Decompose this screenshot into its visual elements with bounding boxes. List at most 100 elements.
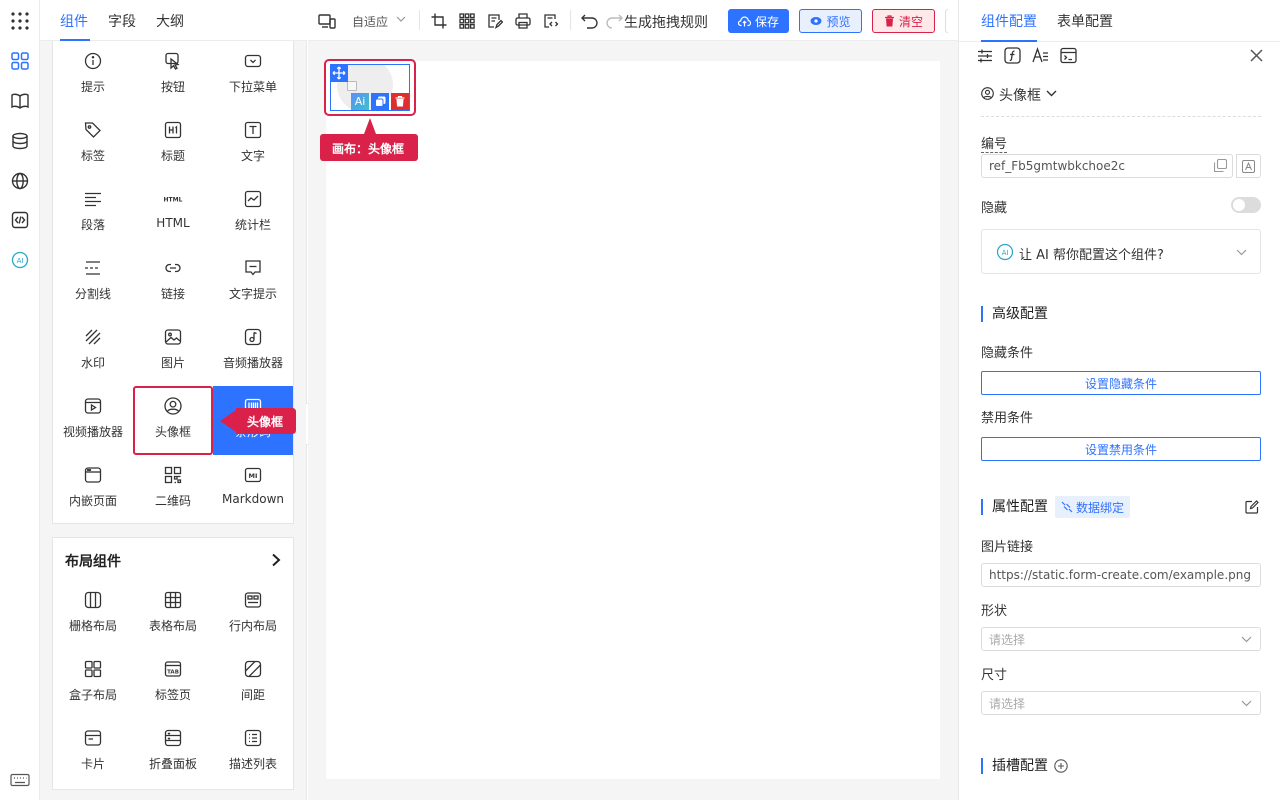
- component-avatar[interactable]: 头像框: [133, 386, 213, 455]
- crop-icon[interactable]: [430, 12, 448, 30]
- ai-assist-panel[interactable]: AI 让 AI 帮你配置这个组件?: [981, 229, 1261, 274]
- copy-icon[interactable]: [371, 93, 389, 110]
- save-button[interactable]: 保存: [728, 9, 789, 33]
- component-paragraph[interactable]: 段落: [53, 179, 133, 248]
- canvas-tooltip-label: 画布：头像框: [332, 142, 405, 156]
- text-toggle-icon[interactable]: [1236, 154, 1261, 178]
- selected-avatar-component[interactable]: Ai: [324, 59, 416, 116]
- component-tooltip[interactable]: 文字提示: [213, 248, 293, 317]
- book-icon[interactable]: [8, 89, 32, 113]
- ai-action-icon[interactable]: Ai: [351, 93, 369, 110]
- components-icon[interactable]: [8, 49, 32, 73]
- layout-card[interactable]: 卡片: [53, 718, 133, 787]
- shape-select[interactable]: 请选择: [981, 627, 1261, 651]
- advanced-config-title: 高级配置: [981, 306, 1048, 322]
- drag-handle-icon[interactable]: [330, 64, 348, 82]
- component-link[interactable]: 链接: [133, 248, 213, 317]
- tab-outline[interactable]: 大纲: [156, 11, 184, 31]
- apps-grid-icon[interactable]: [8, 9, 32, 33]
- chevron-down-icon[interactable]: [1046, 90, 1057, 97]
- component-text[interactable]: 文字: [213, 110, 293, 179]
- text-style-icon[interactable]: [1032, 47, 1049, 64]
- print-icon[interactable]: [514, 12, 532, 30]
- code-icon[interactable]: [8, 208, 32, 232]
- device-select[interactable]: 自适应: [352, 13, 388, 30]
- component-info-circle[interactable]: 提示: [53, 41, 133, 110]
- generate-rules-button[interactable]: 生成拖拽规则: [624, 12, 708, 32]
- form-canvas[interactable]: [326, 61, 940, 779]
- layout-box-layout[interactable]: 盒子布局: [53, 649, 133, 718]
- id-field[interactable]: ref_Fb5gmtwbkchoe2c: [981, 154, 1233, 178]
- audio-icon: [243, 327, 263, 347]
- component-markdown[interactable]: MI Markdown: [213, 455, 293, 524]
- redo-icon[interactable]: [605, 12, 623, 30]
- add-circle-icon[interactable]: [1054, 759, 1068, 773]
- layout-collapse[interactable]: 折叠面板: [133, 718, 213, 787]
- layout-grid[interactable]: 栅格布局: [53, 580, 133, 649]
- image-link-value: https://static.form-create.com/example.p…: [989, 568, 1251, 582]
- layout-space[interactable]: 间距: [213, 649, 293, 718]
- device-icon[interactable]: [318, 12, 336, 30]
- database-icon[interactable]: [8, 129, 32, 153]
- tab-fields[interactable]: 字段: [108, 11, 136, 31]
- code-doc-icon[interactable]: [542, 12, 560, 30]
- component-type[interactable]: 头像框: [999, 85, 1041, 105]
- disable-condition-button[interactable]: 设置禁用条件: [981, 437, 1261, 461]
- layout-descriptions[interactable]: 描述列表: [213, 718, 293, 787]
- save-label: 保存: [754, 14, 779, 29]
- chevron-down-icon[interactable]: [396, 16, 406, 22]
- component-html[interactable]: HTML HTML: [133, 179, 213, 248]
- function-icon[interactable]: [1004, 47, 1021, 64]
- component-audio[interactable]: 音频播放器: [213, 317, 293, 386]
- preview-button[interactable]: 预览: [799, 9, 862, 33]
- component-label: 音频播放器: [222, 356, 283, 370]
- grid-dots-icon[interactable]: [458, 12, 476, 30]
- component-divider[interactable]: 分割线: [53, 248, 133, 317]
- copy-icon[interactable]: [1214, 159, 1227, 172]
- component-statistic[interactable]: 统计栏: [213, 179, 293, 248]
- layout-label: 卡片: [80, 757, 105, 771]
- component-dropdown[interactable]: 下拉菜单: [213, 41, 293, 110]
- size-select[interactable]: 请选择: [981, 691, 1261, 715]
- undo-icon[interactable]: [581, 12, 599, 30]
- component-tag[interactable]: 标签: [53, 110, 133, 179]
- component-image[interactable]: 图片: [133, 317, 213, 386]
- close-icon[interactable]: [1250, 49, 1263, 62]
- component-label: HTML: [156, 216, 190, 230]
- component-qrcode[interactable]: 二维码: [133, 455, 213, 524]
- component-iframe[interactable]: 内嵌页面: [53, 455, 133, 524]
- cloud-upload-icon: [737, 15, 751, 27]
- globe-icon[interactable]: [8, 169, 32, 193]
- layout-tabs[interactable]: TAB 标签页: [133, 649, 213, 718]
- layout-inline-layout[interactable]: 行内布局: [213, 580, 293, 649]
- ai-icon[interactable]: AI: [8, 248, 32, 272]
- statistic-icon: [243, 189, 263, 209]
- chevron-down-icon: [1241, 636, 1252, 643]
- event-icon[interactable]: [1060, 47, 1077, 64]
- tab-components[interactable]: 组件: [60, 11, 88, 31]
- component-label: 段落: [80, 218, 105, 232]
- edit-icon[interactable]: [1245, 500, 1259, 514]
- clear-button[interactable]: 清空: [872, 9, 935, 33]
- component-watermark[interactable]: 水印: [53, 317, 133, 386]
- layout-table-layout[interactable]: 表格布局: [133, 580, 213, 649]
- keyboard-icon[interactable]: [8, 768, 32, 792]
- data-binding-button[interactable]: 数据绑定: [1055, 496, 1131, 518]
- hide-condition-button[interactable]: 设置隐藏条件: [981, 371, 1261, 395]
- image-icon: [163, 327, 183, 347]
- chevron-right-icon[interactable]: [271, 553, 281, 567]
- image-link-field[interactable]: https://static.form-create.com/example.p…: [981, 563, 1261, 587]
- canvas-tooltip: 画布：头像框: [320, 116, 418, 161]
- component-video[interactable]: 视频播放器: [53, 386, 133, 455]
- hidden-switch[interactable]: [1231, 197, 1261, 213]
- overflow-button-edge[interactable]: [945, 9, 948, 33]
- delete-icon[interactable]: [391, 93, 409, 110]
- component-button[interactable]: 按钮: [133, 41, 213, 110]
- tab-form-config[interactable]: 表单配置: [1057, 11, 1113, 31]
- user-circle-icon: [981, 87, 994, 100]
- layout-label: 栅格布局: [68, 619, 117, 633]
- tab-component-config[interactable]: 组件配置: [981, 11, 1037, 31]
- component-heading[interactable]: 标题: [133, 110, 213, 179]
- sliders-icon[interactable]: [977, 48, 993, 64]
- edit-doc-icon[interactable]: [486, 12, 504, 30]
